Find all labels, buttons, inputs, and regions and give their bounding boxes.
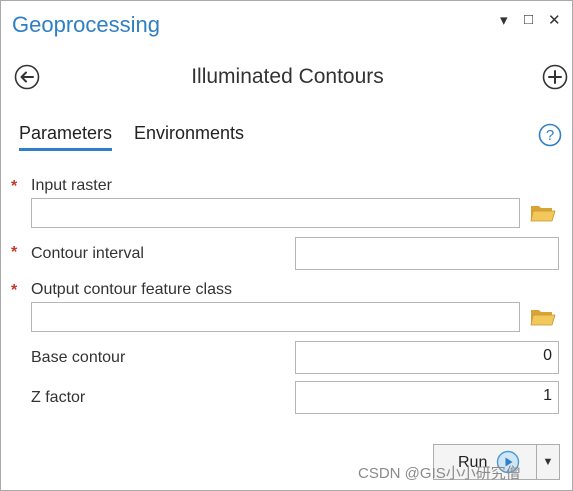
svg-text:?: ? xyxy=(546,127,554,144)
help-icon[interactable]: ? xyxy=(538,123,562,147)
base-contour-label: Base contour xyxy=(31,349,126,366)
maximize-button[interactable]: □ xyxy=(524,11,533,28)
tool-title: Illuminated Contours xyxy=(191,65,384,88)
pane-menu-button[interactable]: ▾ xyxy=(500,11,508,29)
z-factor-field[interactable]: 1 xyxy=(295,381,559,414)
contour-interval-label: Contour interval xyxy=(31,245,144,262)
output-contour-field[interactable] xyxy=(31,302,520,332)
add-icon[interactable] xyxy=(542,64,568,90)
z-factor-label: Z factor xyxy=(31,389,86,406)
pane-title: Geoprocessing xyxy=(12,12,160,37)
folder-icon[interactable] xyxy=(530,306,556,328)
close-button[interactable]: ✕ xyxy=(548,11,561,29)
folder-icon[interactable] xyxy=(530,202,556,224)
contour-interval-field[interactable] xyxy=(295,237,559,270)
tab-environments[interactable]: Environments xyxy=(134,123,244,148)
output-contour-label: Output contour feature class xyxy=(31,281,232,298)
required-marker: * xyxy=(11,178,18,195)
input-raster-field[interactable] xyxy=(31,198,520,228)
run-dropdown-button[interactable]: ▼ xyxy=(537,444,560,480)
base-contour-field[interactable]: 0 xyxy=(295,341,559,374)
tab-parameters[interactable]: Parameters xyxy=(19,123,113,151)
required-marker: * xyxy=(11,244,18,261)
required-marker: * xyxy=(11,282,18,299)
geoprocessing-pane: Geoprocessing ▾ □ ✕ Illuminated Contours… xyxy=(0,0,573,491)
input-raster-label: Input raster xyxy=(31,177,112,194)
watermark: CSDN @GIS小小研究僧 xyxy=(358,465,521,482)
